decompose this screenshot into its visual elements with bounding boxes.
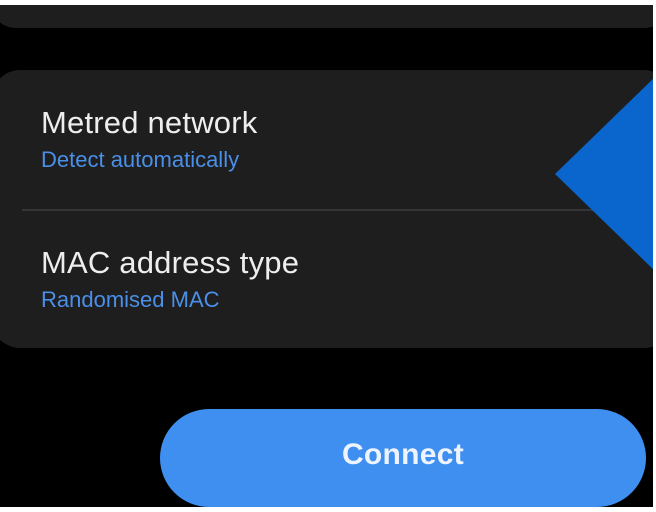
- wifi-settings-screen: Metred network Detect automatically MAC …: [0, 0, 656, 512]
- mac-address-type-value: Randomised MAC: [41, 287, 220, 312]
- mac-address-type-setting[interactable]: MAC address type Randomised MAC: [41, 244, 601, 313]
- metred-network-setting[interactable]: Metred network Detect automatically: [41, 104, 601, 173]
- mac-address-type-title: MAC address type: [41, 245, 300, 280]
- metred-network-title: Metred network: [41, 105, 258, 140]
- previous-settings-card: [0, 0, 656, 28]
- connect-button[interactable]: Connect: [160, 409, 646, 507]
- metred-network-value: Detect automatically: [41, 147, 240, 172]
- arrow-left-icon: [555, 76, 656, 272]
